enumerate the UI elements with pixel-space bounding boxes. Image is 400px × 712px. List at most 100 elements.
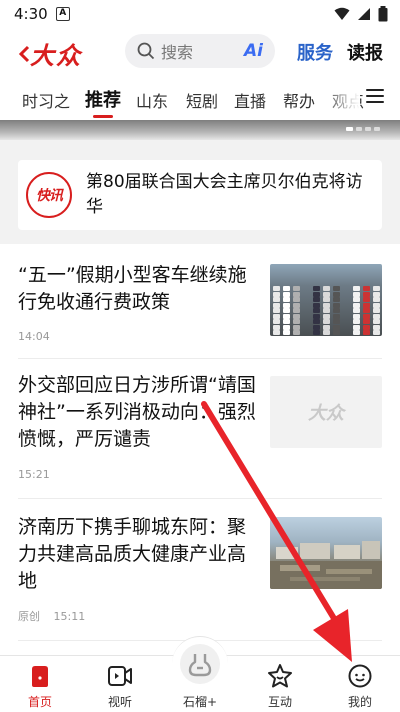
news-title[interactable]: 济南历下携手聊城东阿：聚力共建高品质大健康产业高地 [18,514,263,595]
car-shape [363,330,370,335]
car-shape [353,297,360,302]
car-shape [353,286,360,291]
car-shape [353,313,360,319]
news-thumbnail[interactable] [270,264,382,336]
profile-icon [348,664,372,688]
car-shape [373,308,380,313]
search-box[interactable]: 搜索 Ai [125,34,275,68]
car-shape [283,319,290,324]
nav-interact[interactable]: 互动 [250,656,310,712]
tab-help[interactable]: 帮办 [283,88,315,112]
tab-shandong[interactable]: 山东 [136,88,168,112]
news-title[interactable]: 外交部回应日方涉所谓“靖国神社”一系列消极动向：强烈愤慨，严厉谴责 [18,372,263,453]
notification-icon: A [55,7,70,21]
car-shape [293,291,300,297]
car-shape [313,319,320,324]
pomegranate-glyph [188,654,212,677]
car-shape [323,291,330,297]
car-shape [333,286,340,291]
car-shape [293,308,300,313]
car-shape [363,324,370,330]
channel-tabs: 时习之 推荐 山东 短剧 直播 帮办 观点 [0,74,400,120]
car-shape [363,302,370,308]
car-shape [323,302,330,308]
read-newspaper-button[interactable]: 读报 [347,39,383,65]
app-logo[interactable]: 大众 [18,36,82,71]
app-header: 大众 搜索 Ai 服务 读报 [0,28,400,74]
tab-recommend[interactable]: 推荐 [85,86,121,112]
flash-news-badge: 快讯 [26,172,72,218]
car-shape [283,313,290,319]
pomegranate-icon[interactable] [180,644,220,684]
car-shape [313,297,320,302]
divider [18,498,382,499]
news-title[interactable]: “五一”假期小型客车继续施行免收通行费政策 [18,262,263,316]
car-shape [283,297,290,302]
car-shape [293,330,300,335]
flash-news-card[interactable]: 快讯 第80届联合国大会主席贝尔伯克将访华 [18,160,382,230]
car-shape [373,302,380,308]
news-list: “五一”假期小型客车继续施行免收通行费政策 14:04 外交部回应日方涉所谓“靖… [0,244,400,662]
nav-home[interactable]: 首页 [10,656,70,712]
car-shape [273,308,280,313]
car-shape [323,313,330,319]
banner-carousel[interactable] [0,120,400,140]
nav-video[interactable]: 视听 [90,656,150,712]
news-time: 14:04 [18,330,50,343]
wifi-icon [334,7,350,20]
car-shape [293,319,300,324]
status-bar: 4:30 A [0,0,400,28]
car-shape [313,302,320,308]
divider [18,358,382,359]
car-shape [333,313,340,319]
news-thumbnail[interactable] [270,517,382,589]
car-shape [353,308,360,313]
car-shape [293,313,300,319]
car-shape [273,286,280,291]
news-thumbnail[interactable]: 大众 [270,376,382,448]
active-tab-indicator [93,115,113,118]
car-shape [373,319,380,324]
nav-home-label: 首页 [27,695,52,709]
car-shape [323,286,330,291]
car-shape [313,324,320,330]
car-shape [283,302,290,308]
tab-live[interactable]: 直播 [234,88,266,112]
car-shape [283,330,290,335]
car-shape [313,286,320,291]
car-shape [363,319,370,324]
service-button[interactable]: 服务 [297,39,333,65]
menu-icon[interactable] [366,89,384,105]
news-meta: 14:04 [18,330,50,343]
search-icon [137,42,155,60]
back-arrow-icon[interactable] [18,45,30,63]
car-shape [363,297,370,302]
ai-icon[interactable]: Ai [244,41,263,61]
flash-news-badge-text: 快讯 [36,188,63,204]
car-shape [333,291,340,297]
car-shape [323,297,330,302]
news-time: 15:11 [53,610,86,623]
car-shape [353,330,360,335]
car-shape [273,291,280,297]
car-shape [313,330,320,335]
car-shape [293,297,300,302]
star-chat-icon [268,664,292,688]
car-shape [313,313,320,319]
nav-interact-label: 互动 [267,695,292,709]
search-placeholder: 搜索 [161,43,194,62]
carousel-indicator [346,127,380,131]
tab-short-drama[interactable]: 短剧 [186,88,218,112]
news-time: 15:21 [18,468,50,481]
placeholder-logo: 大众 [308,403,344,424]
car-shape [283,324,290,330]
car-shape [333,319,340,324]
car-shape [363,291,370,297]
logo-text: 大众 [30,41,82,70]
car-shape [273,302,280,308]
car-shape [293,286,300,291]
video-icon [108,666,132,686]
tab-shixizhi[interactable]: 时习之 [22,88,70,112]
nav-profile[interactable]: 我的 [330,656,390,712]
nav-video-label: 视听 [107,695,132,709]
